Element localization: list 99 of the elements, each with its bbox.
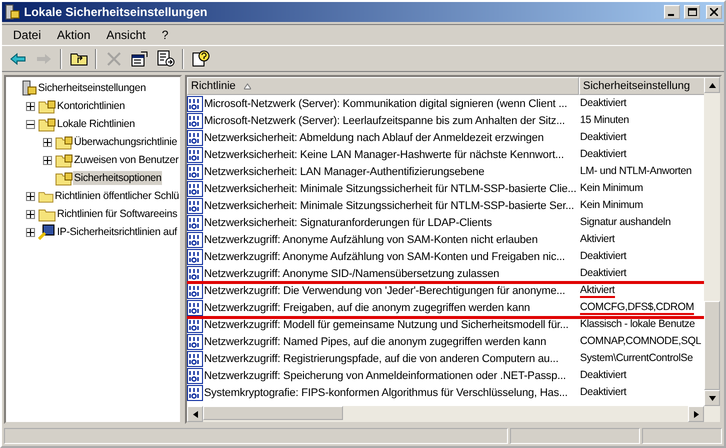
- maximize-icon: [688, 8, 696, 16]
- policy-name: Netzwerkzugriff: Anonyme Aufzählung von SAM-Konten nicht erlauben: [204, 234, 539, 246]
- setting-value: Deaktiviert: [580, 386, 626, 400]
- expand-toggle[interactable]: [26, 102, 35, 110]
- minimize-button[interactable]: [664, 5, 680, 19]
- tree-item[interactable]: Sicherheitseinstellungen: [37, 81, 147, 95]
- tree-item[interactable]: IP-Sicherheitsrichtlinien auf: [56, 225, 178, 239]
- setting-value: Klassisch - lokale Benutze: [580, 318, 695, 332]
- lock-folder-icon: [38, 116, 56, 132]
- tree-item[interactable]: Zuweisen von Benutzer: [73, 153, 180, 167]
- lock-folder-icon: [55, 170, 73, 186]
- right-arrow-icon: [692, 410, 700, 418]
- tree-item[interactable]: Lokale Richtlinien: [56, 117, 136, 131]
- setting-value: Aktiviert: [580, 232, 615, 246]
- plus-icon: [44, 156, 51, 164]
- computer-lock-icon: [4, 4, 20, 20]
- setting-value: Kein Minimum: [580, 182, 643, 196]
- setting-value: Deaktiviert: [580, 250, 626, 264]
- policy-name: Netzwerksicherheit: Keine LAN Manager-Hashwerte für nächste Kennwort...: [204, 148, 565, 160]
- tree-item[interactable]: Kontorichtlinien: [56, 99, 126, 113]
- policy-name: Microsoft-Netzwerk (Server): Kommunikation digital signieren (wenn Client ...: [204, 98, 568, 110]
- menu-item[interactable]: Datei: [6, 26, 48, 44]
- policy-name: Netzwerkzugriff: Registrierungspfade, auf die von anderen Computern au...: [204, 352, 560, 364]
- menu-item[interactable]: Ansicht: [99, 26, 153, 44]
- close-button[interactable]: [706, 5, 722, 19]
- plus-icon: [27, 228, 34, 236]
- tree-item[interactable]: Richtlinien öffentlicher Schlü: [54, 189, 180, 203]
- menu-item[interactable]: Aktion: [50, 26, 98, 44]
- help-icon: [192, 50, 210, 67]
- column-header[interactable]: Sicherheitseinstellung: [579, 77, 704, 95]
- policy-name: Netzwerkzugriff: Freigaben, auf die anonym zugegriffen werden kann: [204, 302, 531, 314]
- close-icon: [710, 8, 718, 16]
- folder-up-icon: [70, 51, 88, 66]
- setting-value: Aktiviert: [580, 284, 615, 298]
- policy-name: Netzwerksicherheit: Minimale Sitzungssicherheit für NTLM-SSP-basierte Clie...: [204, 182, 578, 194]
- expand-toggle[interactable]: [43, 138, 52, 146]
- policy-name: Netzwerksicherheit: Signaturanforderungen für LDAP-Clients: [204, 216, 493, 228]
- window-title: Lokale Sicherheitseinstellungen: [24, 5, 208, 19]
- scroll-left-button[interactable]: [187, 406, 203, 422]
- column-header[interactable]: Richtlinie: [187, 77, 579, 95]
- setting-value: Deaktiviert: [580, 130, 626, 144]
- delete-icon: [106, 52, 120, 66]
- expand-toggle[interactable]: [26, 192, 35, 200]
- policy-name: Netzwerksicherheit: Abmeldung nach Ablauf der Anmeldezeit erzwingen: [204, 132, 545, 144]
- horizontal-scrollbar[interactable]: [187, 406, 720, 422]
- tree-item[interactable]: Sicherheitsoptionen: [73, 171, 162, 185]
- policy-name: Netzwerksicherheit: Minimale Sitzungssicherheit für NTLM-SSP-basierte Ser...: [204, 200, 576, 212]
- policy-name: Netzwerkzugriff: Named Pipes, auf die anonym zugegriffen werden kann: [204, 336, 548, 348]
- tree-item[interactable]: Richtlinien für Softwareeins: [56, 207, 178, 221]
- up-arrow-icon: [708, 82, 716, 88]
- setting-value: Deaktiviert: [580, 368, 626, 382]
- folder-icon: [38, 206, 56, 222]
- policy-name: Netzwerkzugriff: Die Verwendung von 'Jeder'-Berechtigungen für anonyme...: [204, 284, 566, 296]
- vertical-scrollbar[interactable]: [704, 77, 720, 406]
- plus-icon: [44, 138, 51, 146]
- scroll-right-button[interactable]: [688, 406, 704, 422]
- computer-lock-icon: [21, 80, 37, 96]
- setting-value: LM- und NTLM-Anworten: [580, 164, 692, 178]
- back-arrow-icon: [10, 52, 26, 64]
- properties-icon: [131, 50, 148, 66]
- forward-arrow-icon: [36, 52, 52, 64]
- setting-value: Kein Minimum: [580, 198, 643, 212]
- export-list-icon: [156, 50, 174, 67]
- expand-toggle[interactable]: [43, 156, 52, 164]
- plus-icon: [27, 102, 34, 110]
- tree-item[interactable]: Überwachungsrichtlinie: [73, 135, 178, 149]
- plus-icon: [27, 210, 34, 218]
- policy-name: Netzwerkzugriff: Anonyme Aufzählung von SAM-Konten und Freigaben nic...: [204, 250, 566, 262]
- maximize-button[interactable]: [684, 5, 700, 19]
- policy-name: Netzwerkzugriff: Speicherung von Anmeldeinformationen oder .NET-Passp...: [204, 370, 567, 382]
- scroll-down-button[interactable]: [704, 390, 720, 406]
- left-arrow-icon: [192, 410, 198, 418]
- down-arrow-icon: [708, 394, 716, 402]
- lock-folder-icon: [38, 98, 56, 114]
- policy-name: Netzwerkzugriff: Modell für gemeinsame Nutzung und Sicherheitsmodell für...: [204, 318, 570, 330]
- expand-toggle[interactable]: [26, 210, 35, 218]
- sort-arrow-icon: [244, 82, 251, 90]
- policy-name: Netzwerksicherheit: LAN Manager-Authentifizierungsebene: [204, 166, 486, 178]
- network-computer-icon: [38, 224, 56, 240]
- policy-name: Netzwerkzugriff: Anonyme SID-/Namensübersetzung zulassen: [204, 268, 500, 280]
- scrollbar-thumb[interactable]: [203, 406, 343, 420]
- scroll-up-button[interactable]: [704, 77, 720, 93]
- setting-value: Signatur aushandeln: [580, 216, 671, 230]
- setting-value: Deaktiviert: [580, 148, 626, 162]
- setting-value: Deaktiviert: [580, 266, 626, 280]
- expand-toggle[interactable]: [26, 228, 35, 236]
- setting-value: 15 Minuten: [580, 114, 629, 128]
- plus-icon: [27, 192, 34, 200]
- scrollbar-thumb[interactable]: [704, 300, 720, 390]
- policy-name: Systemkryptografie: FIPS-konformen Algorithmus für Verschlüsselung, Has...: [204, 386, 569, 398]
- lock-folder-icon: [55, 134, 73, 150]
- setting-value: System\CurrentControlSe: [580, 352, 693, 366]
- setting-value: COMCFG,DFS$,CDROM: [580, 300, 694, 314]
- setting-value: COMNAP,COMNODE,SQL: [580, 334, 702, 348]
- lock-folder-icon: [55, 152, 73, 168]
- expand-toggle[interactable]: [26, 120, 35, 128]
- menu-item[interactable]: ?: [154, 26, 176, 44]
- setting-value: Deaktiviert: [580, 96, 626, 110]
- policy-name: Microsoft-Netzwerk (Server): Leerlaufzeitspanne bis zum Anhalten der Sitz...: [204, 114, 566, 126]
